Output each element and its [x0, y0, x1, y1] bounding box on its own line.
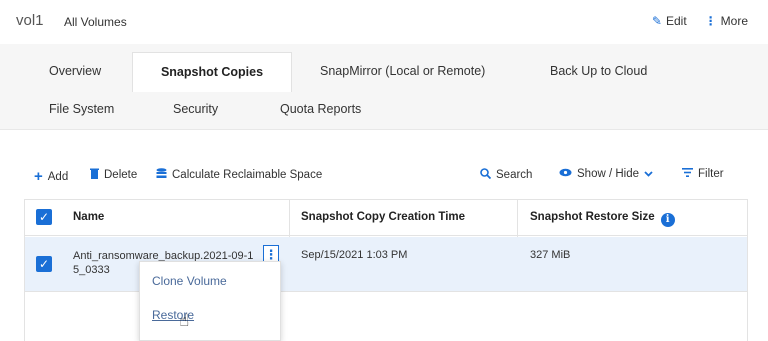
row-actions-menu: Clone Volume Restore: [139, 261, 281, 341]
calculate-reclaimable-space-button[interactable]: Calculate Reclaimable Space: [156, 168, 322, 182]
tab-security[interactable]: Security: [173, 102, 218, 116]
plus-icon: +: [34, 168, 43, 185]
delete-label: Delete: [104, 169, 138, 181]
show-hide-button[interactable]: Show / Hide: [559, 168, 653, 180]
menu-item-clone-volume[interactable]: Clone Volume: [152, 274, 227, 288]
more-button[interactable]: ⋮ More: [705, 14, 748, 28]
tab-snapmirror[interactable]: SnapMirror (Local or Remote): [320, 64, 485, 78]
kebab-icon: ⋮: [704, 14, 717, 28]
select-all-checkbox[interactable]: ✓: [36, 209, 52, 225]
breadcrumb-all-volumes[interactable]: All Volumes: [64, 15, 127, 29]
edit-label: Edit: [665, 14, 687, 28]
kebab-icon: ⋮: [264, 247, 278, 262]
chevron-down-icon: [644, 168, 653, 180]
column-restore-size-label: Snapshot Restore Size: [530, 211, 655, 223]
row-checkbox[interactable]: ✓: [36, 256, 52, 272]
filter-label: Filter: [698, 168, 724, 180]
tab-snapshot-copies[interactable]: Snapshot Copies: [132, 52, 292, 92]
filter-button[interactable]: Filter: [682, 168, 724, 180]
eye-icon: [559, 168, 572, 180]
snapshot-table: ✓ Name Snapshot Copy Creation Time Snaps…: [24, 199, 748, 341]
header-actions: ✎ Edit ⋮ More: [652, 14, 748, 28]
volume-name: vol1: [16, 12, 44, 29]
add-label: Add: [47, 170, 69, 183]
search-button[interactable]: Search: [480, 168, 532, 182]
column-creation-time[interactable]: Snapshot Copy Creation Time: [301, 211, 465, 223]
column-restore-size[interactable]: Snapshot Restore Size i: [530, 211, 675, 227]
trash-icon: [90, 168, 99, 182]
tab-overview[interactable]: Overview: [49, 64, 101, 78]
table-header: ✓ Name Snapshot Copy Creation Time Snaps…: [25, 200, 747, 236]
delete-button[interactable]: Delete: [90, 168, 137, 182]
show-hide-label: Show / Hide: [577, 168, 640, 180]
tab-bar: Overview Snapshot Copies SnapMirror (Loc…: [0, 44, 768, 130]
column-name[interactable]: Name: [73, 211, 104, 223]
table-row[interactable]: ✓ Anti_ransomware_backup.2021-09-1 5_033…: [25, 237, 747, 292]
more-label: More: [720, 14, 748, 28]
add-button[interactable]: + Add: [34, 168, 68, 185]
tab-back-up-to-cloud[interactable]: Back Up to Cloud: [550, 64, 647, 78]
search-label: Search: [496, 169, 533, 181]
creation-time: Sep/15/2021 1:03 PM: [301, 249, 408, 261]
search-icon: [480, 168, 492, 182]
tab-quota-reports[interactable]: Quota Reports: [280, 102, 361, 116]
restore-size: 327 MiB: [530, 249, 571, 261]
hand-pointer-icon: ☝: [179, 311, 190, 330]
info-icon[interactable]: i: [660, 213, 675, 227]
database-icon: [156, 168, 167, 182]
filter-icon: [682, 168, 693, 180]
pencil-icon: ✎: [651, 14, 662, 28]
calc-label: Calculate Reclaimable Space: [172, 169, 323, 181]
tab-file-system[interactable]: File System: [49, 102, 114, 116]
edit-button[interactable]: ✎ Edit: [652, 14, 687, 28]
toolbar: + Add Delete Calculate Reclaimable Space…: [0, 168, 768, 188]
